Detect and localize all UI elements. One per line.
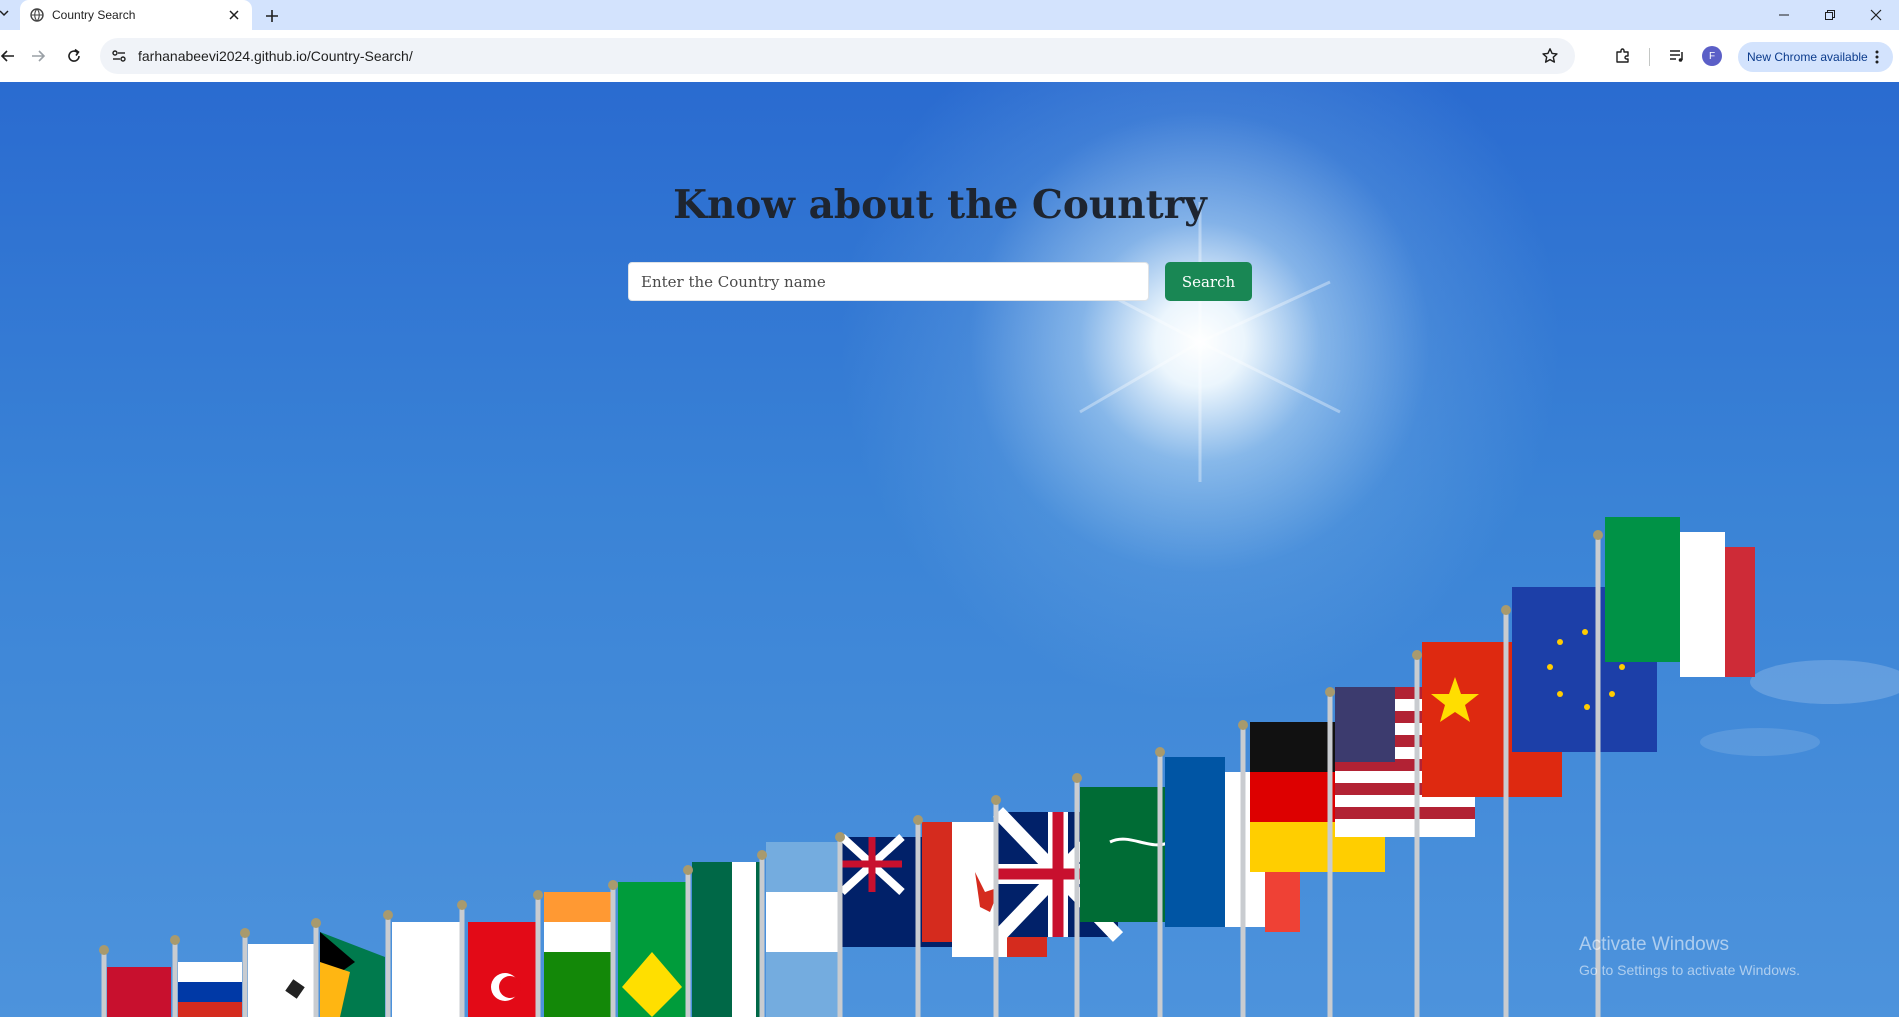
restore-button[interactable] [1807,0,1853,30]
search-button[interactable]: Search [1165,262,1252,301]
minimize-button[interactable] [1761,0,1807,30]
more-menu-icon[interactable] [1867,47,1887,67]
page-viewport: Know about the Country Search Activate W… [0,82,1899,1017]
address-bar[interactable]: farhanabeevi2024.github.io/Country-Searc… [100,38,1575,74]
toolbar-divider [1649,48,1650,66]
browser-toolbar: farhanabeevi2024.github.io/Country-Searc… [0,30,1899,82]
watermark-subtitle: Go to Settings to activate Windows. [1579,962,1800,978]
update-chrome-button[interactable]: New Chrome available [1738,42,1893,72]
close-tab-icon[interactable] [224,5,244,25]
watermark-title: Activate Windows [1579,934,1729,955]
page-title: Know about the Country [673,182,1207,228]
close-window-button[interactable] [1853,0,1899,30]
media-controls-icon[interactable] [1663,42,1691,70]
tab-strip: Country Search [0,0,1899,34]
update-chrome-label: New Chrome available [1747,50,1868,64]
globe-icon [30,8,44,22]
extensions-icon[interactable] [1609,42,1637,70]
country-search-input[interactable] [628,262,1149,301]
tab-search-button[interactable] [0,0,12,30]
reload-button[interactable] [60,42,88,70]
site-settings-icon[interactable] [106,43,132,69]
new-tab-button[interactable] [260,4,284,28]
forward-button[interactable] [24,42,52,70]
bookmark-star-icon[interactable] [1537,43,1563,69]
profile-avatar[interactable]: F [1702,46,1722,66]
url-text[interactable]: farhanabeevi2024.github.io/Country-Searc… [138,48,413,64]
back-button[interactable] [0,42,22,70]
tab-country-search[interactable]: Country Search [20,0,252,34]
activate-windows-watermark: Activate Windows Go to Settings to activ… [1579,934,1800,978]
tab-title: Country Search [52,8,136,22]
